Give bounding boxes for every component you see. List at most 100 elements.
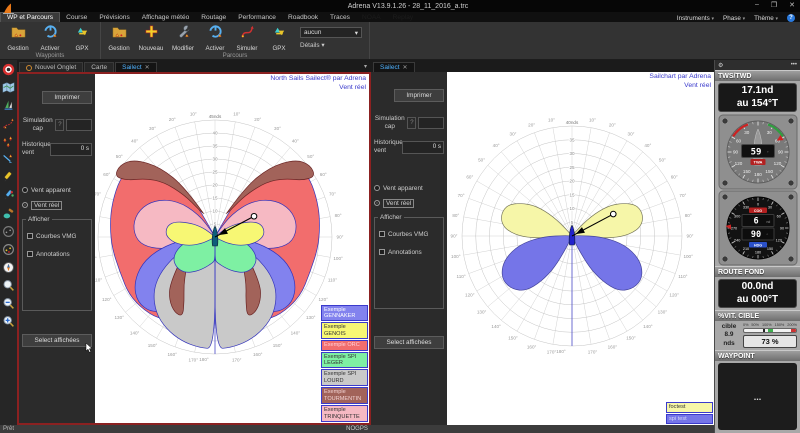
ribbon-parcours-simuler-button[interactable]: Simuler [232,24,262,52]
legend-item-exemple-orc[interactable]: Exemple ORC [321,340,368,350]
historique-vent-input[interactable]: 0 s [50,143,92,156]
menu-tab-wp-et-parcours[interactable]: WP et Parcours [0,12,60,22]
menu-tab-replay[interactable]: Replay [387,13,420,22]
route-icon[interactable] [2,117,15,130]
select-affichees-button[interactable]: Select affichées [22,334,92,347]
svg-text:100°: 100° [451,254,461,259]
details-dropdown[interactable]: Détails ▾ [300,41,362,49]
svg-text:20°: 20° [609,123,616,128]
zoom-out-icon[interactable] [2,297,15,310]
select-affichees-button[interactable]: Select affichées [374,336,444,349]
radio-vent-apparent[interactable]: Vent apparent [22,187,92,194]
panel-right-sidebar: Imprimer Simulation cap ? Historique ven… [371,72,447,425]
legend-item-exemple-spi-leger[interactable]: Exemple SPI LEGER [321,352,368,369]
waypoint-arrow-icon[interactable] [2,153,15,166]
svg-text:70°: 70° [329,192,336,197]
ribbon-parcours-gestion-button[interactable]: Gestion [104,24,134,52]
legend-item-foctest[interactable]: foctest [666,402,713,412]
maximize-button[interactable]: ❐ [771,1,777,9]
minimize-button[interactable]: – [755,1,759,9]
historique-vent-input[interactable]: 0 s [402,141,444,154]
ribbon-waypoints-gestion-button[interactable]: Gestion [3,24,33,52]
checkbox-annotations[interactable]: Annotations [379,249,439,256]
parcours-select-dropdown[interactable]: aucun▾ [300,27,362,38]
svg-text:210: 210 [742,247,748,251]
twa-dial[interactable]: 30306060909012012015015018059°TWA [718,114,798,190]
tab-sailect[interactable]: Sailect✕ [373,62,415,72]
svg-text:10°: 10° [548,117,555,122]
menu-phase-dropdown[interactable]: Phase ▾ [723,15,745,22]
circle-dots-icon[interactable] [2,243,15,256]
legend-item-exemple-gennaker[interactable]: Exemple GENNAKER [321,305,368,322]
menu-instruments-dropdown[interactable]: Instruments ▾ [677,15,714,22]
dots-icon[interactable]: ••• [791,62,797,68]
ribbon-parcours-activer-button[interactable]: Activer [200,24,230,52]
menu-tab-routage[interactable]: Routage [195,13,232,22]
compass-dial[interactable]: 0306090120150180210240270300330COG6nd90°… [718,190,798,266]
svg-text:150: 150 [742,169,750,174]
help-button[interactable]: ? [787,14,795,22]
tab-close-icon[interactable]: ✕ [403,64,408,71]
waypoints-icon[interactable] [2,135,15,148]
afficher-group: Afficher Courbes VMG Annotations [374,217,444,309]
legend-item-exemple-tourmentin[interactable]: Exemple TOURMENTIN [321,387,368,404]
svg-text:50°: 50° [116,154,123,159]
pencil-colors-icon[interactable] [2,189,15,202]
ribbon-parcours-gpx-button[interactable]: GPX [264,24,294,52]
tab-nouvel-onglet[interactable]: Nouvel Onglet [19,62,83,72]
radio-vent-reel[interactable]: Vent réel [374,199,444,208]
simulation-help-button[interactable]: ? [55,119,64,131]
tab-close-icon[interactable]: ✕ [145,64,150,71]
menu-th-me-dropdown[interactable]: Thème ▾ [754,15,778,22]
circle-dim-icon[interactable] [2,225,15,238]
tab-carte[interactable]: Carte [84,62,114,72]
menu-tab-course[interactable]: Course [60,13,93,22]
simulation-cap-input[interactable] [66,119,92,131]
tab-sailect[interactable]: Sailect✕ [115,62,157,72]
simulation-help-button[interactable]: ? [407,117,416,129]
print-button[interactable]: Imprimer [42,91,92,104]
gear-icon[interactable]: ⚙ [718,62,723,69]
simulation-cap-input[interactable] [418,117,444,129]
legend-item-exemple-trinquette[interactable]: Exemple TRINQUETTE [321,405,368,422]
ribbon-waypoints-gpx-button[interactable]: GPX [67,24,97,52]
svg-text:40°: 40° [644,143,651,148]
polar-chart-right-area[interactable]: 510152025303540nds10°10°20°20°30°30°40°4… [447,72,714,425]
checkbox-courbes-vmg[interactable]: Courbes VMG [379,231,439,238]
zoom-in-icon[interactable] [2,315,15,328]
print-button[interactable]: Imprimer [394,89,444,102]
legend-item-spi-test[interactable]: spi test [666,414,713,424]
menu-tab-noaa[interactable]: NOAA [356,13,387,22]
menu-tab-traces[interactable]: Traces [324,13,356,22]
compass-icon[interactable] [2,261,15,274]
menu-tab-roadbook[interactable]: Roadbook [282,13,324,22]
close-button[interactable]: ✕ [789,1,795,9]
legend-item-exemple-genois[interactable]: Exemple GENOIS [321,322,368,339]
radio-vent-apparent[interactable]: Vent apparent [374,185,444,192]
historique-vent-label: Historique vent [22,141,48,156]
sails-icon[interactable] [2,99,15,112]
brush-icon[interactable] [2,207,15,220]
checkbox-annotations[interactable]: Annotations [27,251,87,258]
magnifier-icon[interactable] [2,279,15,292]
polar-chart-left-area[interactable]: 51015202530354045nds10°10°20°20°30°30°40… [95,74,369,423]
lifebuoy-icon[interactable] [2,63,15,76]
menu-tab-performance[interactable]: Performance [232,13,282,22]
checkbox-courbes-vmg[interactable]: Courbes VMG [27,233,87,240]
pencil-icon[interactable] [2,171,15,184]
radio-vent-reel[interactable]: Vent réel [22,201,92,210]
ribbon-parcours-nouveau-button[interactable]: Nouveau [136,24,166,52]
menu-tab-affichage-m-t-o[interactable]: Affichage météo [136,13,196,22]
ribbon-parcours-modifier-button[interactable]: Modifier [168,24,198,52]
percent-value: 73 % [743,335,797,348]
legend-item-exemple-spi-lourd[interactable]: Exemple SPI LOURD [321,369,368,386]
tab-label: Nouvel Onglet [35,64,76,71]
panel-left-tabs: Nouvel Onglet CarteSailect✕ ▾ [17,60,371,72]
checkbox [27,251,33,257]
menu-tab-pr-visions[interactable]: Prévisions [93,13,135,22]
ribbon-waypoints-activer-button[interactable]: Activer [35,24,65,52]
button-label: Modifier [172,45,194,52]
tab-overflow-button[interactable]: ▾ [360,63,371,72]
svg-text:80°: 80° [452,213,459,218]
map-icon[interactable] [2,81,15,94]
